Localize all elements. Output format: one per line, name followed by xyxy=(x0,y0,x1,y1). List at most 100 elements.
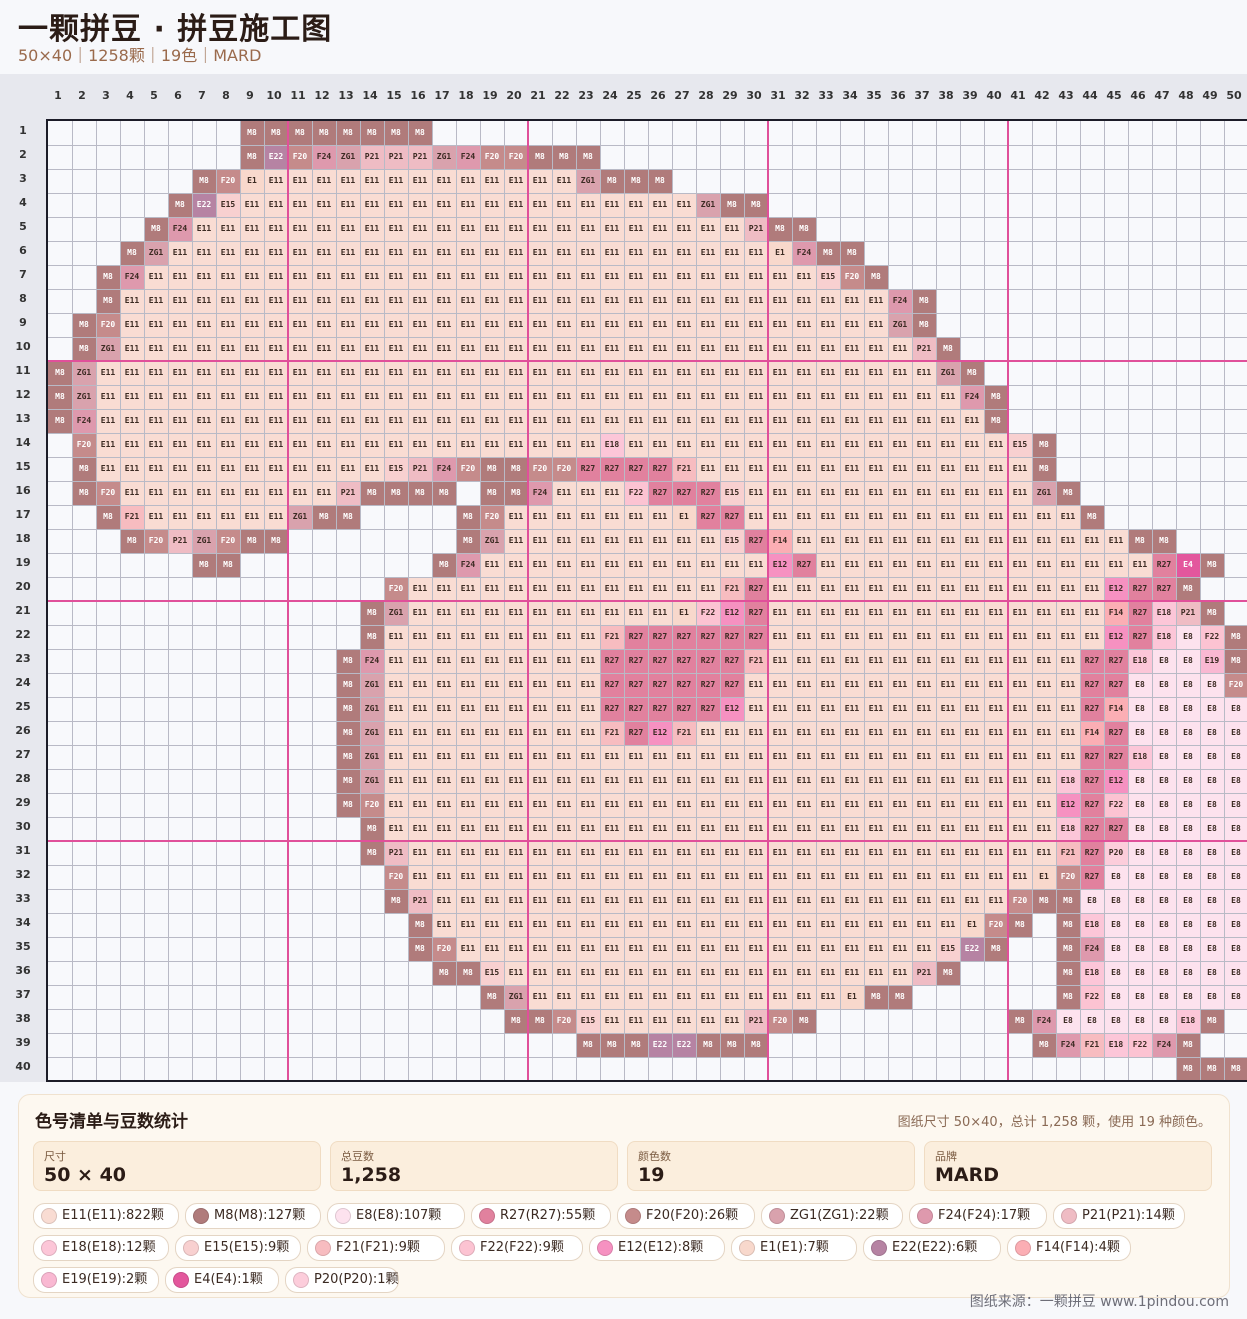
bead-cell[interactable]: E1 xyxy=(672,505,696,529)
bead-cell[interactable]: E11 xyxy=(648,841,672,865)
bead-cell[interactable]: E11 xyxy=(936,553,960,577)
bead-cell[interactable]: M8 xyxy=(960,361,984,385)
bead-cell[interactable]: E11 xyxy=(312,385,336,409)
bead-cell[interactable]: E11 xyxy=(240,505,264,529)
bead-cell[interactable]: R27 xyxy=(696,697,720,721)
bead-cell[interactable]: E11 xyxy=(528,193,552,217)
bead-cell[interactable]: M8 xyxy=(1056,985,1080,1009)
bead-cell[interactable]: E11 xyxy=(552,193,576,217)
bead-cell[interactable]: E11 xyxy=(1056,673,1080,697)
bead-cell[interactable]: E11 xyxy=(1008,697,1032,721)
bead-cell[interactable]: M8 xyxy=(648,169,672,193)
bead-cell[interactable]: E11 xyxy=(648,961,672,985)
bead-cell[interactable]: E11 xyxy=(648,313,672,337)
bead-cell[interactable]: E11 xyxy=(432,313,456,337)
bead-cell[interactable]: E11 xyxy=(552,169,576,193)
bead-cell[interactable]: E11 xyxy=(816,913,840,937)
bead-cell[interactable]: E11 xyxy=(480,745,504,769)
bead-cell[interactable]: P21 xyxy=(1176,601,1200,625)
bead-cell[interactable]: E11 xyxy=(816,625,840,649)
bead-cell[interactable]: E11 xyxy=(672,193,696,217)
bead-cell[interactable]: F20 xyxy=(72,433,96,457)
bead-cell[interactable]: R27 xyxy=(600,649,624,673)
bead-cell[interactable]: E11 xyxy=(720,361,744,385)
bead-cell[interactable]: E11 xyxy=(264,193,288,217)
bead-cell[interactable]: E11 xyxy=(816,697,840,721)
bead-cell[interactable]: E11 xyxy=(792,721,816,745)
bead-cell[interactable]: E11 xyxy=(480,937,504,961)
bead-cell[interactable]: E11 xyxy=(936,433,960,457)
bead-cell[interactable]: E11 xyxy=(288,265,312,289)
bead-cell[interactable]: E11 xyxy=(240,289,264,313)
bead-cell[interactable]: E11 xyxy=(648,505,672,529)
bead-cell[interactable]: E11 xyxy=(1032,649,1056,673)
bead-cell[interactable]: M8 xyxy=(48,361,72,385)
color-chip-e4[interactable]: E4(E4):1颗 xyxy=(165,1267,279,1293)
bead-cell[interactable]: E11 xyxy=(648,817,672,841)
bead-cell[interactable]: E11 xyxy=(264,313,288,337)
bead-cell[interactable]: E11 xyxy=(312,409,336,433)
bead-cell[interactable]: E11 xyxy=(744,961,768,985)
bead-cell[interactable]: M8 xyxy=(1008,1009,1032,1033)
bead-cell[interactable]: E11 xyxy=(192,481,216,505)
bead-cell[interactable]: E11 xyxy=(744,265,768,289)
bead-cell[interactable]: E11 xyxy=(432,769,456,793)
bead-cell[interactable]: E11 xyxy=(648,769,672,793)
bead-cell[interactable]: E11 xyxy=(480,793,504,817)
bead-cell[interactable]: E11 xyxy=(456,265,480,289)
bead-cell[interactable]: E11 xyxy=(864,361,888,385)
bead-cell[interactable]: E8 xyxy=(1080,889,1104,913)
bead-cell[interactable]: E11 xyxy=(960,889,984,913)
bead-cell[interactable]: E11 xyxy=(744,289,768,313)
bead-cell[interactable]: E11 xyxy=(696,841,720,865)
bead-cell[interactable]: F14 xyxy=(1080,721,1104,745)
bead-cell[interactable]: E11 xyxy=(792,985,816,1009)
bead-cell[interactable]: M8 xyxy=(456,529,480,553)
bead-cell[interactable]: E11 xyxy=(600,313,624,337)
bead-cell[interactable]: E11 xyxy=(336,241,360,265)
bead-cell[interactable]: E11 xyxy=(672,841,696,865)
bead-cell[interactable]: E11 xyxy=(864,673,888,697)
bead-cell[interactable]: R27 xyxy=(600,673,624,697)
bead-cell[interactable]: E11 xyxy=(816,721,840,745)
bead-cell[interactable]: E11 xyxy=(816,817,840,841)
bead-cell[interactable]: E8 xyxy=(1128,769,1152,793)
bead-cell[interactable]: E11 xyxy=(576,361,600,385)
bead-cell[interactable]: E11 xyxy=(744,241,768,265)
bead-cell[interactable]: E11 xyxy=(720,217,744,241)
bead-cell[interactable]: E11 xyxy=(744,937,768,961)
bead-cell[interactable]: E11 xyxy=(960,433,984,457)
bead-cell[interactable]: M8 xyxy=(360,121,384,145)
bead-cell[interactable]: E18 xyxy=(1152,601,1176,625)
bead-cell[interactable]: E11 xyxy=(312,169,336,193)
bead-cell[interactable]: E11 xyxy=(384,721,408,745)
bead-cell[interactable]: M8 xyxy=(408,481,432,505)
bead-cell[interactable]: R27 xyxy=(624,457,648,481)
bead-cell[interactable]: E11 xyxy=(984,793,1008,817)
bead-cell[interactable]: E11 xyxy=(336,217,360,241)
bead-cell[interactable]: M8 xyxy=(600,1033,624,1057)
bead-cell[interactable]: E11 xyxy=(528,865,552,889)
bead-cell[interactable]: E11 xyxy=(360,457,384,481)
bead-cell[interactable]: E11 xyxy=(528,553,552,577)
bead-cell[interactable]: E11 xyxy=(384,217,408,241)
bead-cell[interactable]: ZG1 xyxy=(936,361,960,385)
bead-cell[interactable]: E11 xyxy=(648,409,672,433)
bead-cell[interactable]: E11 xyxy=(696,721,720,745)
color-chip-e18[interactable]: E18(E18):12颗 xyxy=(33,1235,169,1261)
bead-cell[interactable]: F21 xyxy=(120,505,144,529)
bead-cell[interactable]: M8 xyxy=(432,961,456,985)
bead-cell[interactable]: E11 xyxy=(432,193,456,217)
color-chip-r27[interactable]: R27(R27):55颗 xyxy=(471,1203,611,1229)
bead-cell[interactable]: M8 xyxy=(768,217,792,241)
bead-cell[interactable]: R27 xyxy=(744,625,768,649)
bead-cell[interactable]: E8 xyxy=(1200,673,1224,697)
bead-cell[interactable]: E11 xyxy=(768,409,792,433)
bead-cell[interactable]: E11 xyxy=(648,193,672,217)
bead-cell[interactable]: E11 xyxy=(624,409,648,433)
bead-cell[interactable]: E11 xyxy=(528,649,552,673)
bead-cell[interactable]: M8 xyxy=(1200,1057,1224,1080)
bead-cell[interactable]: E11 xyxy=(528,745,552,769)
bead-cell[interactable]: E11 xyxy=(408,169,432,193)
bead-cell[interactable]: E11 xyxy=(1008,529,1032,553)
